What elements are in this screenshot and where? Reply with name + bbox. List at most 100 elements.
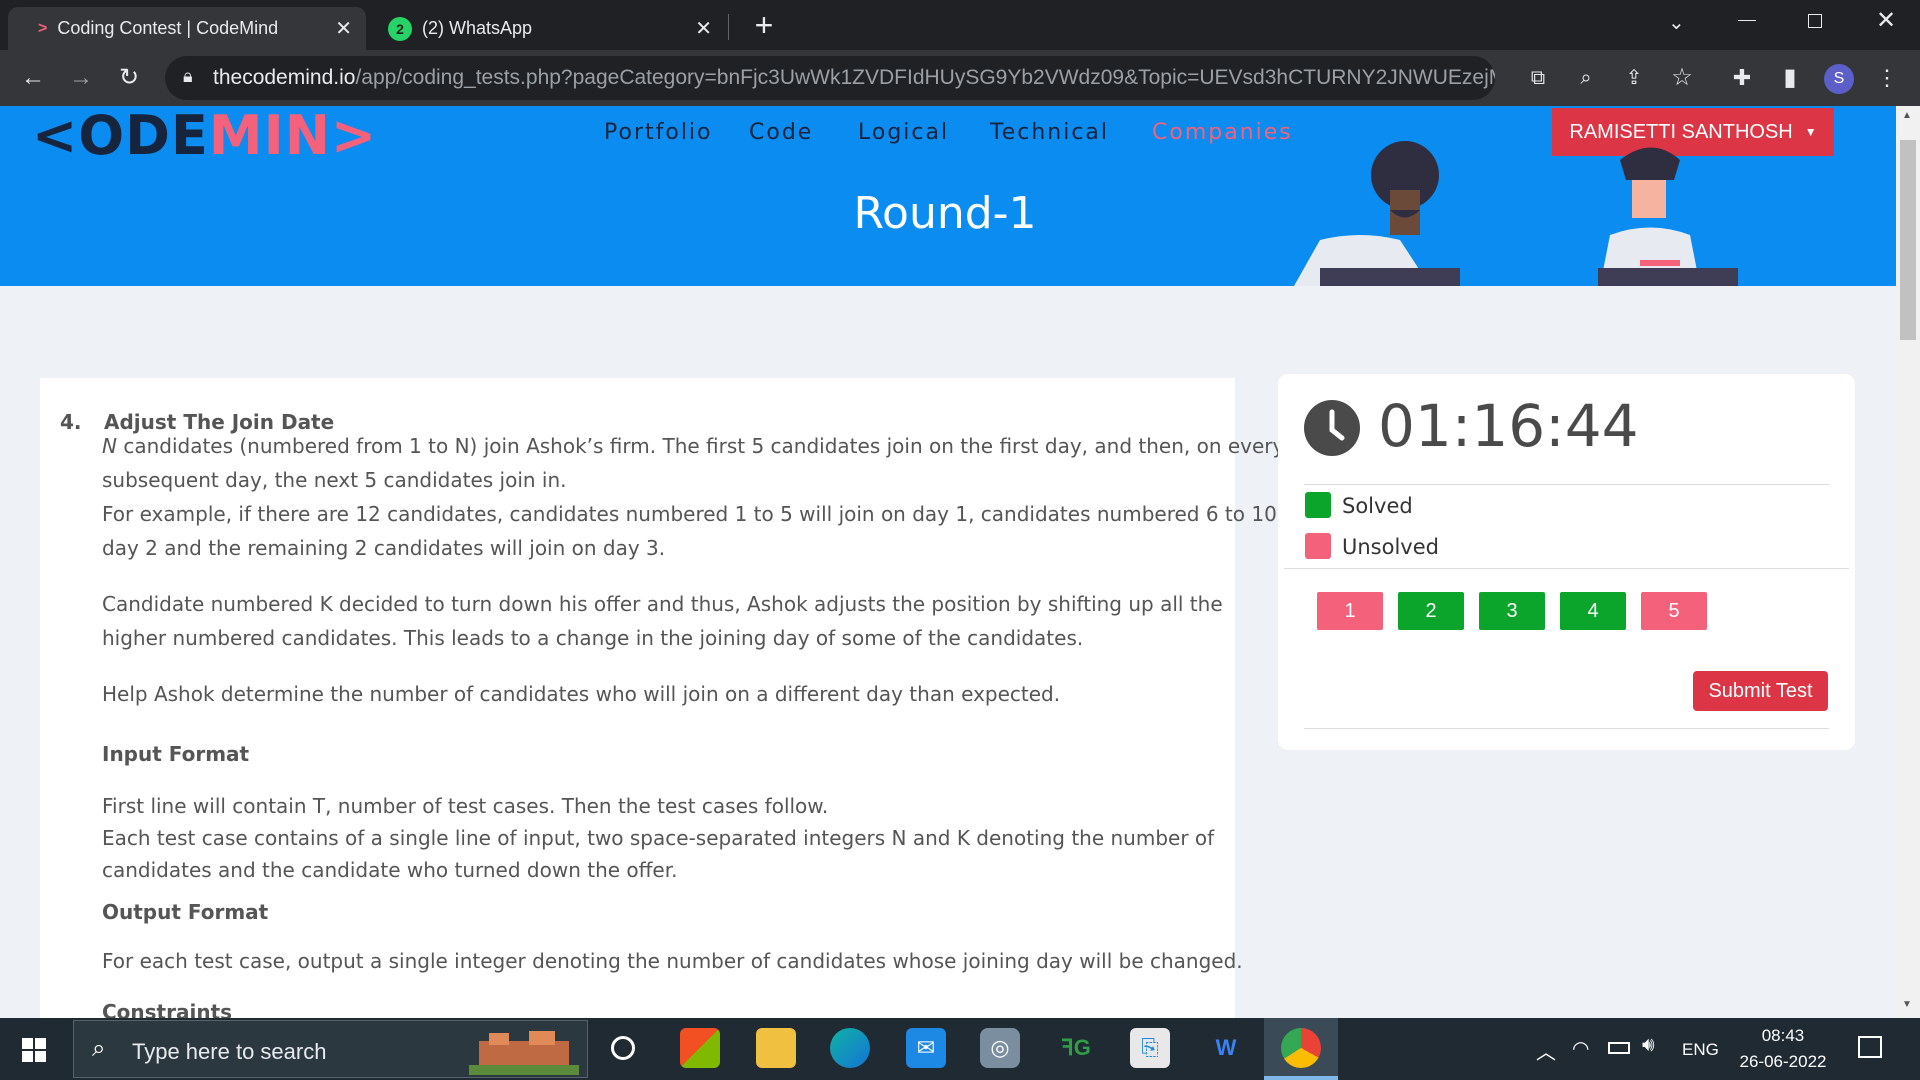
bookmark-star-icon[interactable]: ☆	[1667, 63, 1697, 93]
clock-date[interactable]: 26-06-2022	[1736, 1052, 1830, 1072]
question-nav-button-1[interactable]: 1	[1317, 592, 1383, 630]
question-nav-button-5[interactable]: 5	[1641, 592, 1707, 630]
output-format-heading: Output Format	[102, 900, 269, 924]
input-line-3: candidates and the candidate who turned …	[102, 858, 678, 882]
whatsapp-favicon-icon: 2	[388, 16, 412, 41]
divider	[1304, 484, 1829, 485]
volume-icon[interactable]: 🔊︎	[1642, 1034, 1655, 1057]
forward-icon[interactable]: →	[66, 63, 96, 93]
scroll-down-arrow-icon[interactable]: ▼	[1902, 999, 1912, 1010]
tab-title: Coding Contest | CodeMind	[57, 18, 279, 38]
logo-part-3: >	[330, 106, 378, 167]
close-tab-icon[interactable]: ✕	[335, 16, 352, 41]
question-paragraph-3: Candidate numbered K decided to turn dow…	[102, 592, 1223, 616]
tab-title: (2) WhatsApp	[422, 18, 533, 38]
browser-tab-strip: > Coding Contest | CodeMind ✕ 2 (2) What…	[0, 0, 1920, 50]
codemind-favicon-icon: >	[38, 19, 48, 37]
question-paragraph-1b: subsequent day, the next 5 candidates jo…	[102, 468, 567, 492]
nav-logical[interactable]: Logical	[858, 120, 949, 145]
nav-portfolio[interactable]: Portfolio	[604, 120, 713, 145]
var-n: N	[102, 434, 117, 458]
search-placeholder: Type here to search	[132, 1039, 327, 1064]
constraints-heading: Constraints	[102, 1000, 233, 1018]
file-explorer-icon[interactable]	[756, 1028, 796, 1068]
site-logo[interactable]: <ODEMIN>	[32, 106, 377, 167]
show-hidden-icons-icon[interactable]: ︿	[1536, 1036, 1556, 1065]
question-nav-button-4[interactable]: 4	[1560, 592, 1626, 630]
scroll-up-arrow-icon[interactable]: ▲	[1902, 110, 1912, 121]
language-indicator[interactable]: ENG	[1682, 1040, 1719, 1060]
nav-code[interactable]: Code	[749, 120, 813, 145]
question-nav-button-2[interactable]: 2	[1398, 592, 1464, 630]
battery-icon[interactable]	[1608, 1042, 1630, 1054]
webex-icon[interactable]: W	[1206, 1028, 1246, 1068]
question-number: 4.	[60, 410, 82, 434]
minimize-window-button[interactable]	[1738, 20, 1756, 21]
page-scrollbar[interactable]: ▲ ▼	[1896, 106, 1920, 1018]
input-line-2: Each test case contains of a single line…	[102, 826, 1215, 850]
app-icon[interactable]: ◎	[980, 1028, 1020, 1068]
divider	[1284, 568, 1849, 569]
web-page: <ODEMIN> Portfolio Code Logical Technica…	[0, 106, 1896, 1018]
hero-banner: <ODEMIN> Portfolio Code Logical Technica…	[0, 106, 1896, 286]
extensions-icon[interactable]: ✚	[1727, 63, 1757, 93]
tab-whatsapp[interactable]: 2 (2) WhatsApp ✕	[374, 7, 726, 50]
microsoft-store-icon[interactable]	[680, 1028, 720, 1068]
nav-technical[interactable]: Technical	[990, 120, 1109, 145]
running-indicator	[1264, 1076, 1338, 1080]
lock-icon: 🔒︎	[183, 66, 193, 86]
hero-illustration	[1294, 141, 1738, 286]
search-highlight-illustration	[469, 1031, 579, 1075]
mail-icon[interactable]: ✉	[906, 1028, 946, 1068]
windows-taskbar: ⌕ Type here to search ✉ ◎ ꟻG ⎘ W ︿ ◠ 🔊︎ …	[0, 1018, 1920, 1080]
nav-companies[interactable]: Companies	[1152, 120, 1293, 145]
windows-start-icon[interactable]	[22, 1038, 46, 1062]
text-line: candidates (numbered from 1 to N) join A…	[116, 434, 1285, 458]
clock-icon	[1304, 400, 1360, 456]
new-tab-button[interactable]: +	[746, 8, 782, 44]
close-window-button[interactable]: ✕	[1876, 6, 1896, 35]
close-tab-icon[interactable]: ✕	[695, 16, 712, 41]
tab-search-icon[interactable]: ⌄	[1668, 10, 1685, 35]
geeksforgeeks-icon[interactable]: ꟻG	[1056, 1028, 1096, 1068]
logo-part-2: MIN	[208, 106, 331, 167]
url-text: thecodemind.io/app/coding_tests.php?page…	[213, 66, 1495, 90]
submit-test-button[interactable]: Submit Test	[1693, 671, 1828, 711]
countdown-timer: 01:16:44	[1378, 392, 1639, 460]
restore-window-button[interactable]	[1808, 14, 1822, 28]
open-in-app-icon[interactable]: ⧉	[1523, 63, 1553, 93]
address-bar[interactable]: 🔒︎ thecodemind.io/app/coding_tests.php?p…	[165, 56, 1495, 100]
search-icon: ⌕	[92, 1035, 106, 1062]
url-path: /app/coding_tests.php?pageCategory=bnFjc…	[355, 66, 1495, 89]
side-panel-icon[interactable]: ▮	[1775, 63, 1805, 93]
edge-browser-icon[interactable]	[830, 1028, 870, 1068]
chrome-browser-icon[interactable]	[1281, 1028, 1321, 1068]
legend-unsolved-swatch	[1305, 533, 1331, 559]
notifications-icon[interactable]	[1858, 1036, 1882, 1058]
share-icon[interactable]: ⇪	[1619, 63, 1649, 93]
question-card: 4. Adjust The Join Date N candidates (nu…	[40, 378, 1308, 1018]
question-paragraph-1: N candidates (numbered from 1 to N) join…	[102, 429, 1284, 463]
wifi-icon[interactable]: ◠	[1572, 1036, 1589, 1061]
zoom-icon[interactable]: ⌕	[1571, 63, 1601, 93]
tab-codemind[interactable]: > Coding Contest | CodeMind ✕	[8, 7, 366, 50]
output-line-1: For each test case, output a single inte…	[102, 949, 1243, 973]
taskbar-search-box[interactable]: ⌕ Type here to search	[73, 1020, 588, 1078]
divider	[1304, 728, 1829, 729]
question-nav-button-3[interactable]: 3	[1479, 592, 1545, 630]
clock-time[interactable]: 08:43	[1736, 1026, 1830, 1046]
task-view-icon[interactable]	[611, 1036, 635, 1060]
caret-down-icon: ▼	[1804, 125, 1817, 139]
python-file-icon[interactable]: ⎘	[1130, 1028, 1170, 1068]
browser-toolbar: ← → ↻ 🔒︎ thecodemind.io/app/coding_tests…	[0, 50, 1920, 106]
url-domain: thecodemind.io	[213, 66, 356, 89]
legend-unsolved-label: Unsolved	[1342, 535, 1439, 559]
reload-icon[interactable]: ↻	[114, 63, 144, 93]
logo-part-1: <ODE	[32, 106, 209, 167]
back-icon[interactable]: ←	[18, 63, 48, 93]
profile-avatar[interactable]: S	[1824, 64, 1854, 94]
menu-kebab-icon[interactable]: ⋮	[1872, 63, 1902, 93]
scrollbar-thumb[interactable]	[1900, 140, 1916, 340]
input-format-heading: Input Format	[102, 742, 250, 766]
tab-separator	[728, 14, 729, 40]
